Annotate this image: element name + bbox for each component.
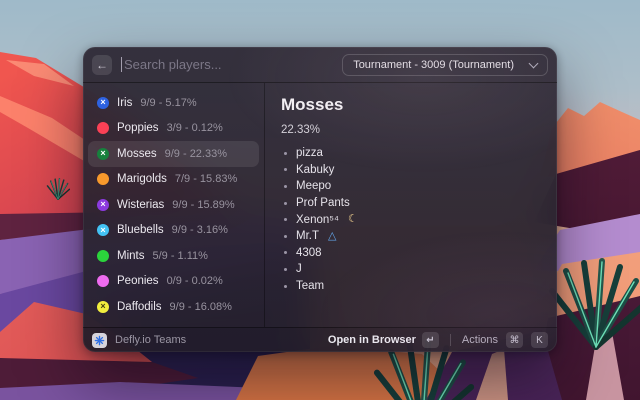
team-name: Mints — [117, 250, 144, 262]
team-color-icon — [97, 122, 109, 134]
team-color-icon: × — [97, 148, 109, 160]
team-stats: 7/9 - 15.83% — [175, 173, 237, 185]
back-arrow-icon: ← — [96, 58, 108, 72]
player-list-item: Kabuky — [281, 162, 543, 179]
bullet-icon — [284, 202, 287, 205]
team-name: Peonies — [117, 275, 159, 287]
k-key-icon: K — [531, 332, 548, 348]
team-stats: 0/9 - 0.02% — [167, 275, 223, 287]
team-color-icon: × — [97, 301, 109, 313]
chevron-down-icon — [529, 58, 539, 68]
team-row-daffodils[interactable]: × Daffodils 9/9 - 16.08% — [88, 294, 259, 320]
player-list-item: 4308 — [281, 245, 543, 262]
team-stats: 9/9 - 16.08% — [170, 301, 232, 313]
search-bar: ← Search players... Tournament - 3009 (T… — [83, 47, 557, 83]
player-list-item: J — [281, 261, 543, 278]
team-stats: 3/9 - 0.12% — [167, 122, 223, 134]
defly-logo-icon — [92, 333, 107, 348]
team-name: Poppies — [117, 122, 159, 134]
detail-percentage: 22.33% — [281, 124, 543, 136]
enter-key-icon: ↵ — [422, 332, 439, 348]
detail-title: Mosses — [281, 95, 543, 115]
open-in-browser-button[interactable]: Open in Browser ↵ — [328, 332, 439, 348]
x-glyph: × — [100, 302, 105, 311]
player-list: pizza Kabuky Meepo Prof Pants Xenon⁵⁴☾ M… — [281, 145, 543, 294]
bullet-icon — [284, 218, 287, 221]
tournament-dropdown-value: Tournament - 3009 (Tournament) — [353, 59, 514, 71]
bullet-icon — [284, 152, 287, 155]
team-color-icon: × — [97, 224, 109, 236]
team-row-wisterias[interactable]: × Wisterias 9/9 - 15.89% — [88, 192, 259, 218]
team-stats: 9/9 - 5.17% — [140, 97, 196, 109]
agave-plant-illustration — [46, 178, 70, 200]
x-glyph: × — [100, 226, 105, 235]
actions-button[interactable]: Actions — [462, 334, 498, 346]
team-list: × Iris 9/9 - 5.17% Poppies 3/9 - 0.12% ×… — [83, 83, 265, 327]
team-color-icon — [97, 173, 109, 185]
x-glyph: × — [100, 200, 105, 209]
player-list-item: pizza — [281, 145, 543, 162]
search-input[interactable]: Search players... — [121, 57, 333, 72]
launcher-window: ← Search players... Tournament - 3009 (T… — [83, 47, 557, 352]
team-stats: 9/9 - 22.33% — [165, 148, 227, 160]
bullet-icon — [284, 268, 287, 271]
bullet-icon — [284, 235, 287, 238]
player-list-item: Xenon⁵⁴☾ — [281, 211, 543, 228]
tournament-dropdown[interactable]: Tournament - 3009 (Tournament) — [342, 54, 548, 76]
team-name: Iris — [117, 97, 132, 109]
team-color-icon: × — [97, 199, 109, 211]
team-row-peonies[interactable]: Peonies 0/9 - 0.02% — [88, 269, 259, 295]
text-cursor — [121, 57, 122, 72]
team-row-mosses[interactable]: × Mosses 9/9 - 22.33% — [88, 141, 259, 167]
bullet-icon — [284, 251, 287, 254]
team-name: Marigolds — [117, 173, 167, 185]
player-list-item: Meepo — [281, 178, 543, 195]
app-name: Defly.io Teams — [115, 334, 186, 346]
team-row-bluebells[interactable]: × Bluebells 9/9 - 3.16% — [88, 218, 259, 244]
team-color-icon — [97, 275, 109, 287]
x-glyph: × — [100, 98, 105, 107]
x-glyph: × — [100, 149, 105, 158]
team-color-icon — [97, 250, 109, 262]
back-button[interactable]: ← — [92, 55, 112, 75]
player-list-item: Team — [281, 278, 543, 295]
team-name: Bluebells — [117, 224, 164, 236]
team-name: Mosses — [117, 148, 157, 160]
triangle-icon: △ — [328, 231, 336, 242]
bullet-icon — [284, 168, 287, 171]
player-list-item: Prof Pants — [281, 195, 543, 212]
team-row-marigolds[interactable]: Marigolds 7/9 - 15.83% — [88, 167, 259, 193]
team-row-poppies[interactable]: Poppies 3/9 - 0.12% — [88, 116, 259, 142]
team-row-mints[interactable]: Mints 5/9 - 1.11% — [88, 243, 259, 269]
team-stats: 9/9 - 15.89% — [172, 199, 234, 211]
team-detail-panel: Mosses 22.33% pizza Kabuky Meepo Prof Pa… — [265, 83, 557, 327]
footer-divider — [450, 334, 451, 346]
command-key-icon: ⌘ — [506, 332, 523, 348]
status-bar: Defly.io Teams Open in Browser ↵ Actions… — [83, 327, 557, 352]
bullet-icon — [284, 185, 287, 188]
team-name: Daffodils — [117, 301, 162, 313]
team-color-icon: × — [97, 97, 109, 109]
team-stats: 9/9 - 3.16% — [172, 224, 228, 236]
team-name: Wisterias — [117, 199, 164, 211]
bullet-icon — [284, 285, 287, 288]
team-row-iris[interactable]: × Iris 9/9 - 5.17% — [88, 90, 259, 116]
search-placeholder: Search players... — [124, 57, 222, 72]
crescent-moon-icon: ☾ — [348, 214, 358, 225]
desktop: ← Search players... Tournament - 3009 (T… — [0, 0, 640, 400]
agave-plant-illustration — [546, 258, 640, 350]
player-list-item: Mr.T△ — [281, 228, 543, 245]
team-stats: 5/9 - 1.11% — [152, 250, 207, 262]
